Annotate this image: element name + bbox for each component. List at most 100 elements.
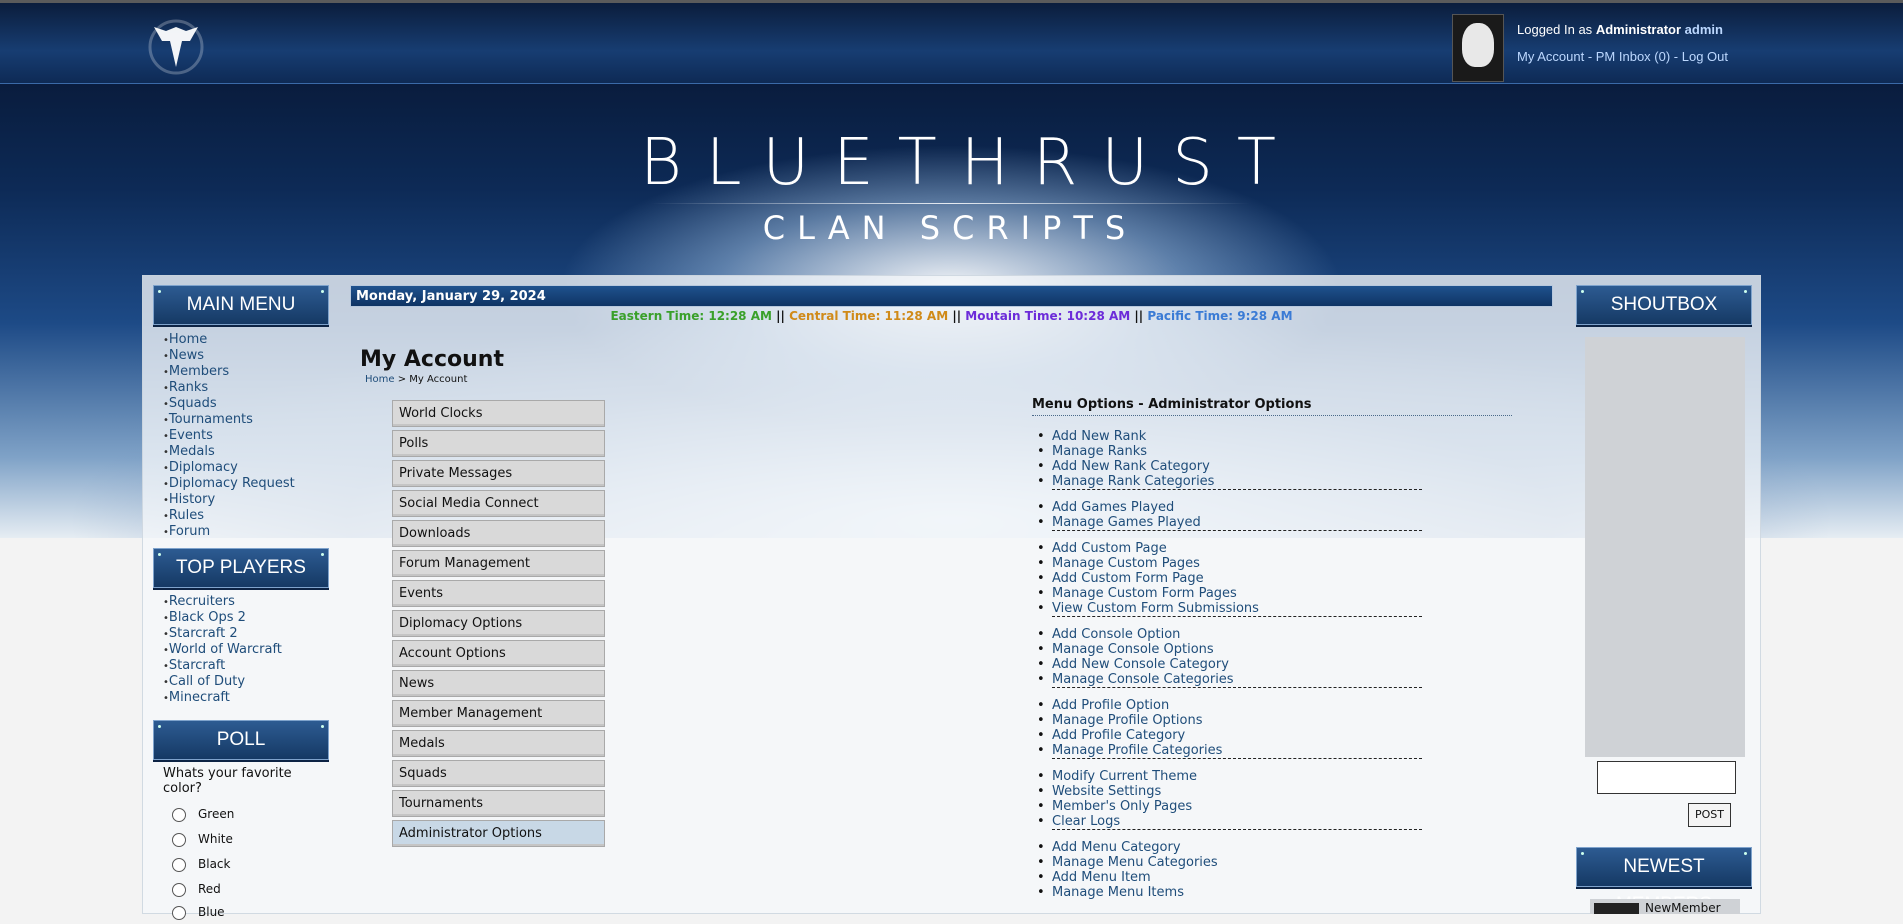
- option-link[interactable]: View Custom Form Submissions: [1052, 601, 1422, 616]
- category-administrator-options[interactable]: Administrator Options: [392, 820, 605, 847]
- option-link[interactable]: Website Settings: [1052, 784, 1422, 799]
- main-menu-item[interactable]: News: [163, 348, 295, 364]
- option-link[interactable]: Add Games Played: [1052, 500, 1422, 515]
- main-menu-item[interactable]: Home: [163, 332, 295, 348]
- option-link[interactable]: Add Custom Page: [1052, 541, 1422, 556]
- breadcrumb-home[interactable]: Home: [365, 374, 395, 385]
- category-squads[interactable]: Squads: [392, 760, 605, 787]
- option-link[interactable]: Manage Menu Items: [1052, 885, 1422, 900]
- option-link[interactable]: Manage Custom Form Pages: [1052, 586, 1422, 601]
- post-button[interactable]: POST: [1688, 803, 1731, 827]
- top-players-item[interactable]: Call of Duty: [163, 674, 282, 690]
- category-account-options[interactable]: Account Options: [392, 640, 605, 667]
- pacific-time: Pacific Time: 9:28 AM: [1147, 309, 1293, 323]
- option-link[interactable]: Add Profile Category: [1052, 728, 1422, 743]
- top-players-header: TOP PLAYERS: [153, 548, 329, 588]
- main-menu-item[interactable]: Tournaments: [163, 412, 295, 428]
- radio-button[interactable]: [172, 857, 186, 872]
- poll-option[interactable]: Black: [172, 857, 230, 872]
- user-rank: Administrator: [1595, 22, 1682, 37]
- category-events[interactable]: Events: [392, 580, 605, 607]
- option-link[interactable]: Manage Menu Categories: [1052, 855, 1422, 870]
- newest-member-name: NewMember: [1645, 901, 1721, 914]
- main-menu-item[interactable]: Ranks: [163, 380, 295, 396]
- menu-options-list: Add New Rank Manage Ranks Add New Rank C…: [1052, 429, 1422, 910]
- main-menu-item[interactable]: Medals: [163, 444, 295, 460]
- option-link[interactable]: Manage Games Played: [1052, 515, 1422, 530]
- radio-button[interactable]: [172, 807, 186, 822]
- page-title: My Account: [360, 347, 504, 372]
- category-social-media-connect[interactable]: Social Media Connect: [392, 490, 605, 517]
- user-panel: Logged In as Administrator admin My Acco…: [1517, 16, 1728, 70]
- option-group: Add Games Played Manage Games Played: [1052, 500, 1422, 531]
- top-players-item[interactable]: World of Warcraft: [163, 642, 282, 658]
- category-polls[interactable]: Polls: [392, 430, 605, 457]
- option-link[interactable]: Manage Console Options: [1052, 642, 1422, 657]
- separator: -: [1584, 49, 1596, 64]
- username-link[interactable]: admin: [1685, 22, 1723, 37]
- main-menu-item[interactable]: Events: [163, 428, 295, 444]
- option-link[interactable]: Manage Console Categories: [1052, 672, 1422, 687]
- category-medals[interactable]: Medals: [392, 730, 605, 757]
- poll-option[interactable]: Green: [172, 807, 234, 822]
- main-menu-item[interactable]: Diplomacy: [163, 460, 295, 476]
- shoutbox-messages[interactable]: [1585, 337, 1745, 757]
- option-link[interactable]: Manage Profile Options: [1052, 713, 1422, 728]
- option-link[interactable]: Add New Console Category: [1052, 657, 1422, 672]
- top-bar: Logged In as Administrator admin My Acco…: [0, 0, 1903, 84]
- poll-header: POLL: [153, 720, 329, 760]
- top-players-item[interactable]: Minecraft: [163, 690, 282, 706]
- option-link[interactable]: Manage Custom Pages: [1052, 556, 1422, 571]
- option-link[interactable]: Manage Ranks: [1052, 444, 1422, 459]
- poll-option[interactable]: Red: [172, 882, 221, 897]
- option-link[interactable]: Manage Profile Categories: [1052, 743, 1422, 758]
- option-link[interactable]: Modify Current Theme: [1052, 769, 1422, 784]
- main-menu-item[interactable]: Squads: [163, 396, 295, 412]
- category-downloads[interactable]: Downloads: [392, 520, 605, 547]
- main-menu-item[interactable]: Members: [163, 364, 295, 380]
- main-menu-item[interactable]: History: [163, 492, 295, 508]
- option-link[interactable]: Manage Rank Categories: [1052, 474, 1422, 489]
- newest-members-header: NEWEST MEMBERS: [1576, 847, 1752, 915]
- option-link[interactable]: Add Console Option: [1052, 627, 1422, 642]
- site-logo: BLUETHRUST CLAN SCRIPTS: [640, 125, 1276, 246]
- category-tournaments[interactable]: Tournaments: [392, 790, 605, 817]
- logout-link[interactable]: Log Out: [1682, 49, 1728, 64]
- shoutbox-input[interactable]: [1597, 761, 1736, 794]
- radio-button[interactable]: [172, 905, 186, 920]
- option-link[interactable]: Add Profile Option: [1052, 698, 1422, 713]
- poll-option[interactable]: White: [172, 832, 233, 847]
- destiny-logo-icon[interactable]: [146, 17, 206, 77]
- category-diplomacy-options[interactable]: Diplomacy Options: [392, 610, 605, 637]
- option-link[interactable]: Add Custom Form Page: [1052, 571, 1422, 586]
- category-member-management[interactable]: Member Management: [392, 700, 605, 727]
- option-link[interactable]: Add Menu Item: [1052, 870, 1422, 885]
- option-link[interactable]: Add New Rank Category: [1052, 459, 1422, 474]
- main-menu-item[interactable]: Rules: [163, 508, 295, 524]
- newest-member-item[interactable]: NewMember: [1590, 899, 1740, 914]
- option-link[interactable]: Clear Logs: [1052, 814, 1422, 829]
- my-account-link[interactable]: My Account: [1517, 49, 1584, 64]
- top-players-item[interactable]: Black Ops 2: [163, 610, 282, 626]
- radio-button[interactable]: [172, 882, 186, 897]
- category-news[interactable]: News: [392, 670, 605, 697]
- main-menu-item[interactable]: Diplomacy Request: [163, 476, 295, 492]
- option-link[interactable]: Add Menu Category: [1052, 840, 1422, 855]
- breadcrumb-current: My Account: [409, 374, 468, 385]
- main-menu-header: MAIN MENU: [153, 285, 329, 325]
- shoutbox-header: SHOUTBOX: [1576, 285, 1752, 325]
- avatar[interactable]: [1452, 14, 1504, 82]
- poll-option[interactable]: Blue: [172, 905, 225, 920]
- main-menu-item[interactable]: Forum: [163, 524, 295, 540]
- radio-button[interactable]: [172, 832, 186, 847]
- pm-inbox-link[interactable]: PM Inbox (0): [1596, 49, 1670, 64]
- category-forum-management[interactable]: Forum Management: [392, 550, 605, 577]
- top-players-item[interactable]: Starcraft 2: [163, 626, 282, 642]
- category-world-clocks[interactable]: World Clocks: [392, 400, 605, 427]
- option-link[interactable]: Add New Rank: [1052, 429, 1422, 444]
- category-private-messages[interactable]: Private Messages: [392, 460, 605, 487]
- mountain-time: Moutain Time: 10:28 AM: [965, 309, 1131, 323]
- top-players-item[interactable]: Starcraft: [163, 658, 282, 674]
- top-players-item[interactable]: Recruiters: [163, 594, 282, 610]
- option-link[interactable]: Member's Only Pages: [1052, 799, 1422, 814]
